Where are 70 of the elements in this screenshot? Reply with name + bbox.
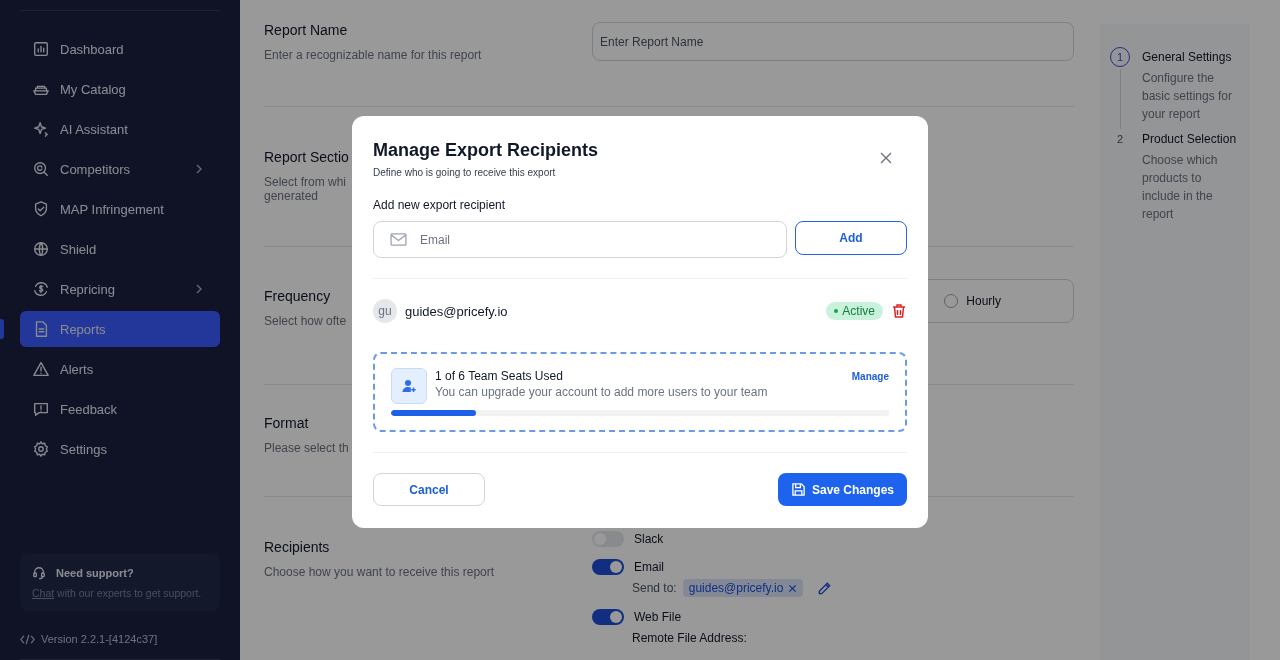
field-label: Add new export recipient: [373, 198, 507, 212]
send-to-label: Send to:: [632, 581, 677, 595]
radio-button[interactable]: [944, 294, 959, 308]
section-title: Recipients: [264, 539, 330, 555]
sidebar-item[interactable]: Settings: [20, 431, 220, 467]
step-title: General Settings: [1142, 49, 1233, 66]
recipient-email: guides@pricefy.io: [405, 303, 509, 319]
headset-icon: [32, 566, 46, 580]
email-chip: guides@pricefy.io: [682, 579, 804, 597]
section-description: Select how ofte: [264, 314, 347, 328]
section-description: Select from whi: [264, 175, 347, 189]
step-description: Configure the basic settings for your report: [1142, 70, 1234, 123]
field-label: Remote File Address:: [632, 631, 748, 645]
sidebar-item[interactable]: AI Assistant: [20, 111, 220, 147]
sparkle-icon: [32, 120, 50, 138]
sidebar-item[interactable]: Repricing: [20, 271, 220, 307]
channel-label: Web File: [634, 610, 682, 624]
support-title: Need support?: [56, 567, 134, 579]
step-title: Product Selection: [1142, 131, 1238, 148]
modal-subtitle: Define who is going to receive this export: [373, 167, 557, 178]
channel-label: Slack: [634, 532, 664, 546]
add-button[interactable]: Add: [795, 221, 907, 255]
sidebar-item[interactable]: Reports: [20, 311, 220, 347]
section-title: Frequency: [264, 288, 331, 304]
toggle-switch[interactable]: [592, 559, 624, 575]
channel-label: Email: [634, 560, 664, 574]
bar-chart-icon: [32, 40, 50, 58]
section-title: Report Name: [264, 22, 348, 38]
add-user-icon: [391, 368, 427, 404]
sidebar-item[interactable]: Dashboard: [20, 31, 220, 67]
sidebar-item[interactable]: MAP Infringement: [20, 191, 220, 227]
message-icon: [32, 400, 50, 418]
section-description: Choose how you want to receive this report: [264, 565, 495, 579]
warning-icon: [32, 360, 50, 378]
sidebar-item[interactable]: Shield: [20, 231, 220, 267]
modal-title: Manage Export Recipients: [373, 140, 599, 161]
avatar: gu: [373, 299, 397, 323]
seats-description: You can upgrade your account to add more users to your team: [435, 385, 769, 399]
shield-check-icon: [32, 200, 50, 218]
seats-title: 1 of 6 Team Seats Used: [435, 369, 564, 383]
radio-option[interactable]: Hourly: [944, 294, 1001, 308]
magnifier-icon: [32, 160, 50, 178]
cancel-button[interactable]: Cancel: [373, 473, 485, 506]
manage-link[interactable]: Manage: [851, 371, 889, 382]
section-description: generated: [264, 189, 319, 203]
sidebar-item[interactable]: My Catalog: [20, 71, 220, 107]
sidebar-item[interactable]: Feedback: [20, 391, 220, 427]
email-field[interactable]: Email: [373, 221, 787, 258]
section-title: Report Sectio: [264, 149, 349, 165]
section-description: Please select th: [264, 441, 349, 455]
status-badge: Active: [826, 302, 883, 320]
toggle-switch[interactable]: [592, 609, 624, 625]
dollar-cycle-icon: [32, 280, 50, 298]
globe-icon: [32, 240, 50, 258]
close-icon[interactable]: [880, 152, 892, 164]
sidebar-item[interactable]: Competitors: [20, 151, 220, 187]
version-text: Version 2.2.1-[4124c37]: [41, 633, 158, 645]
report-name-field[interactable]: Enter Report Name: [592, 22, 1074, 61]
section-description: Enter a recognizable name for this report: [264, 48, 482, 62]
section-title: Format: [264, 415, 309, 431]
code-icon: [20, 633, 35, 645]
pencil-icon[interactable]: [817, 580, 833, 596]
trash-icon[interactable]: [891, 303, 907, 319]
close-icon[interactable]: [788, 583, 798, 593]
sidebar-item[interactable]: Alerts: [20, 351, 220, 387]
step-number: 2: [1115, 132, 1125, 147]
settings-icon: [32, 440, 50, 458]
step-description: Choose which products to include in the report: [1142, 152, 1219, 223]
envelope-icon: [390, 233, 407, 246]
save-changes-button[interactable]: Save Changes: [777, 473, 907, 506]
